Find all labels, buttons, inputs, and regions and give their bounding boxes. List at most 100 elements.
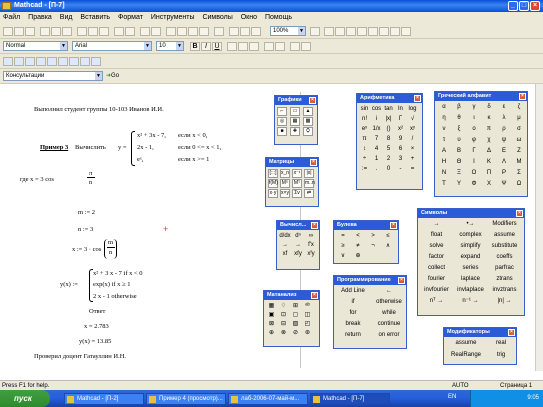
return-button[interactable]: return	[336, 331, 370, 339]
symbolic-key-5[interactable]: assume	[488, 231, 521, 239]
calculator-palette-icon[interactable]	[3, 57, 13, 66]
greek-letter-2[interactable]: γ	[467, 103, 481, 111]
greek-letter-47[interactable]: Ω	[512, 180, 526, 188]
xy-plot-icon[interactable]: ⌐	[277, 107, 287, 116]
arithmetic-key-3[interactable]: ln	[395, 105, 406, 113]
bool-less[interactable]: <	[351, 232, 365, 240]
greek-letter-14[interactable]: ο	[467, 125, 481, 133]
greek-letter-24[interactable]: Α	[437, 147, 451, 155]
eval-icon-2[interactable]: dⁿ	[292, 232, 304, 240]
vector-field-icon[interactable]: ■	[277, 127, 287, 136]
arithmetic-key-29[interactable]: +	[407, 155, 418, 163]
greek-letter-7[interactable]: θ	[452, 114, 466, 122]
arithmetic-key-32[interactable]: 0	[383, 165, 394, 173]
symbolic-key-19[interactable]: invlaplace	[454, 286, 487, 294]
greek-letter-9[interactable]: κ	[482, 114, 496, 122]
align-center-icon[interactable]	[238, 42, 248, 51]
evaluation-palette-icon[interactable]	[36, 57, 46, 66]
greek-letter-12[interactable]: ν	[437, 125, 451, 133]
help-icon[interactable]	[310, 27, 320, 36]
analysis-icon-8[interactable]: ◫	[302, 311, 313, 319]
column-icon[interactable]: M⁽⁾	[280, 179, 290, 188]
print-icon[interactable]	[40, 27, 50, 36]
greek-letter-1[interactable]: β	[452, 103, 466, 111]
greek-letter-35[interactable]: Μ	[512, 158, 526, 166]
symbolic-key-1[interactable]: •→	[454, 220, 487, 228]
symbolic-key-16[interactable]: laplace	[454, 275, 487, 283]
greek-letter-23[interactable]: ω	[512, 136, 526, 144]
analysis-icon-10[interactable]: ⊟	[278, 320, 289, 328]
symbolic-key-17[interactable]: ztrans	[488, 275, 521, 283]
bool-and[interactable]: ∧	[381, 242, 395, 250]
greek-letter-22[interactable]: ψ	[497, 136, 511, 144]
assume-button[interactable]: assume	[446, 339, 486, 347]
dot-product-icon[interactable]: x·y	[268, 189, 278, 198]
for-button[interactable]: for	[336, 309, 370, 317]
menu-help[interactable]: Помощь	[262, 12, 295, 24]
menu-tools[interactable]: Инструменты	[148, 12, 198, 24]
new-icon[interactable]	[3, 27, 13, 36]
arithmetic-key-4[interactable]: log	[407, 105, 418, 113]
menu-symbolics[interactable]: Символы	[199, 12, 235, 24]
if-button[interactable]: if	[336, 298, 370, 306]
bool-ge[interactable]: ≥	[336, 242, 350, 250]
greek-letter-5[interactable]: ζ	[512, 103, 526, 111]
format-plot-icon[interactable]: ⛭	[303, 127, 313, 136]
resource-select[interactable]: Консультации ▼	[3, 71, 103, 81]
greek-letter-18[interactable]: τ	[437, 136, 451, 144]
eval-icon-6[interactable]: f'x	[305, 241, 317, 249]
greek-letter-4[interactable]: ε	[497, 103, 511, 111]
analysis-icon-11[interactable]: ▨	[290, 320, 301, 328]
while-button[interactable]: while	[372, 309, 406, 317]
local-assign-button[interactable]: ←	[372, 287, 406, 295]
greek-letter-25[interactable]: Β	[452, 147, 466, 155]
arithmetic-key-18[interactable]: 9	[395, 135, 406, 143]
language-indicator[interactable]: EN	[448, 394, 456, 400]
graph-palette-icon[interactable]	[14, 57, 24, 66]
greek-letter-36[interactable]: Ν	[437, 169, 451, 177]
task-lab[interactable]: лаб-2006-07-май-м...	[228, 393, 308, 405]
symbolic-key-2[interactable]: Modifiers	[488, 220, 521, 228]
picture-icon[interactable]: ⇄	[304, 189, 314, 198]
symbolic-key-0[interactable]: →	[420, 220, 453, 228]
zoom-select[interactable]: 100% ▼	[270, 26, 306, 36]
analysis-icon-12[interactable]: ◰	[302, 320, 313, 328]
greek-letter-32[interactable]: Ι	[467, 158, 481, 166]
arithmetic-key-22[interactable]: 5	[383, 145, 394, 153]
greek-letter-34[interactable]: Λ	[497, 158, 511, 166]
continue-button[interactable]: continue	[372, 320, 406, 328]
symbolic-key-7[interactable]: simplify	[454, 242, 487, 250]
matrix-subscript-icon[interactable]: x_n	[280, 169, 290, 178]
toolbar-extra8-icon[interactable]	[401, 27, 411, 36]
arithmetic-key-0[interactable]: sin	[359, 105, 370, 113]
italic-button[interactable]: I	[201, 42, 211, 51]
arithmetic-key-7[interactable]: |x|	[383, 115, 394, 123]
arithmetic-key-24[interactable]: ×	[407, 145, 418, 153]
greek-letter-10[interactable]: λ	[497, 114, 511, 122]
bool-le[interactable]: ≤	[381, 232, 395, 240]
symbolic-key-15[interactable]: fourier	[420, 275, 453, 283]
cross-product-icon[interactable]: x×y	[280, 189, 290, 198]
symbolic-key-14[interactable]: parfrac	[488, 264, 521, 272]
polar-plot-icon[interactable]: ▭	[290, 107, 300, 116]
arithmetic-key-21[interactable]: 4	[371, 145, 382, 153]
symbolic-palette-icon[interactable]	[91, 57, 101, 66]
greek-letter-42[interactable]: Τ	[437, 180, 451, 188]
symbolic-key-18[interactable]: invfourier	[420, 286, 453, 294]
toolbar-extra-icon[interactable]	[324, 27, 334, 36]
arithmetic-key-6[interactable]: i	[371, 115, 382, 123]
greek-letter-33[interactable]: Κ	[482, 158, 496, 166]
save-icon[interactable]	[25, 27, 35, 36]
arithmetic-key-26[interactable]: 1	[371, 155, 382, 163]
vectorize-icon[interactable]: f(M)	[268, 179, 278, 188]
bold-button[interactable]: B	[190, 42, 200, 51]
contour-plot-icon[interactable]: ◎	[277, 117, 287, 126]
task-mathcad-p7[interactable]: Mathcad - [П-7]	[310, 393, 390, 405]
toolbar-extra5-icon[interactable]	[368, 27, 378, 36]
greek-letter-3[interactable]: δ	[482, 103, 496, 111]
go-button[interactable]: ➜Go	[106, 72, 119, 81]
arithmetic-key-15[interactable]: π	[359, 135, 370, 143]
align-left-icon[interactable]	[227, 42, 237, 51]
symbolic-key-23[interactable]: |n| →	[488, 297, 521, 305]
task-mathcad-p2[interactable]: Mathcad - [П-2]	[64, 393, 144, 405]
